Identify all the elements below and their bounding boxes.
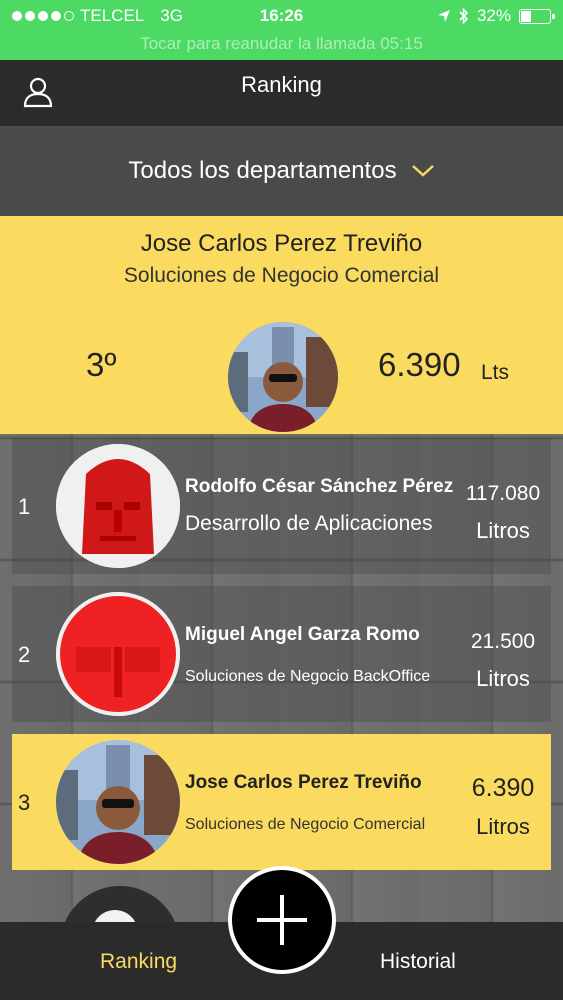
current-user-avatar [228,322,338,432]
current-user-rank: 3º [86,346,117,383]
avatar [56,444,180,568]
ranking-position: 1 [18,494,31,519]
employee-department: Soluciones de Negocio Comercial [185,816,426,833]
liters-unit: Litros [476,518,530,543]
avatar [56,592,180,716]
ranking-row-3[interactable]: 3 Jose Carlos Perez Treviño Soluciones d… [12,734,551,870]
liters-unit: Litros [476,666,530,691]
current-user-department: Soluciones de Negocio Comercial [123,264,440,287]
current-user-name: Jose Carlos Perez Treviño [140,230,423,257]
liters-value: 6.390 [471,774,535,802]
liters-unit: Litros [476,814,530,839]
current-user-liters: 6.390 [378,346,461,383]
ranking-row-2[interactable]: 2 Miguel Angel Garza Romo Soluciones de … [12,586,551,722]
liters-value: 117.080 [465,482,541,505]
ranking-position: 2 [18,642,31,667]
tab-ranking[interactable]: Ranking [100,950,177,974]
nav-bar: Ranking [0,60,563,126]
status-bar: TELCEL 3G 16:26 32% Tocar para reanudar … [0,0,563,60]
call-banner[interactable]: Tocar para reanudar la llamada 05:15 [0,34,563,54]
department-filter-label: Todos los departamentos [128,157,397,184]
ranking-row-1[interactable]: 1 Rodolfo César Sánchez Pérez Desarrollo… [12,438,551,574]
employee-name: Jose Carlos Perez Treviño [185,772,422,793]
current-user-unit: Lts [481,361,510,384]
employee-name: Miguel Angel Garza Romo [185,624,420,645]
battery-icon [519,8,555,24]
tab-historial[interactable]: Historial [380,950,456,974]
page-title: Ranking [241,72,322,97]
avatar [56,740,180,864]
chevron-down-icon [411,165,434,177]
current-user-card: Jose Carlos Perez Treviño Soluciones de … [0,216,563,434]
department-filter[interactable]: Todos los departamentos [0,126,563,216]
employee-name: Rodolfo César Sánchez Pérez [185,476,454,497]
bluetooth-icon [459,7,469,25]
employee-department: Desarrollo de Aplicaciones [185,512,433,535]
add-button[interactable] [228,866,336,974]
location-arrow-icon [437,10,450,22]
employee-department: Soluciones de Negocio BackOffice [185,668,431,685]
ranking-list: 1 Rodolfo César Sánchez Pérez Desarrollo… [0,434,563,924]
battery-percent: 32% [476,6,511,25]
ranking-position: 3 [18,790,31,815]
liters-value: 21.500 [470,630,536,653]
